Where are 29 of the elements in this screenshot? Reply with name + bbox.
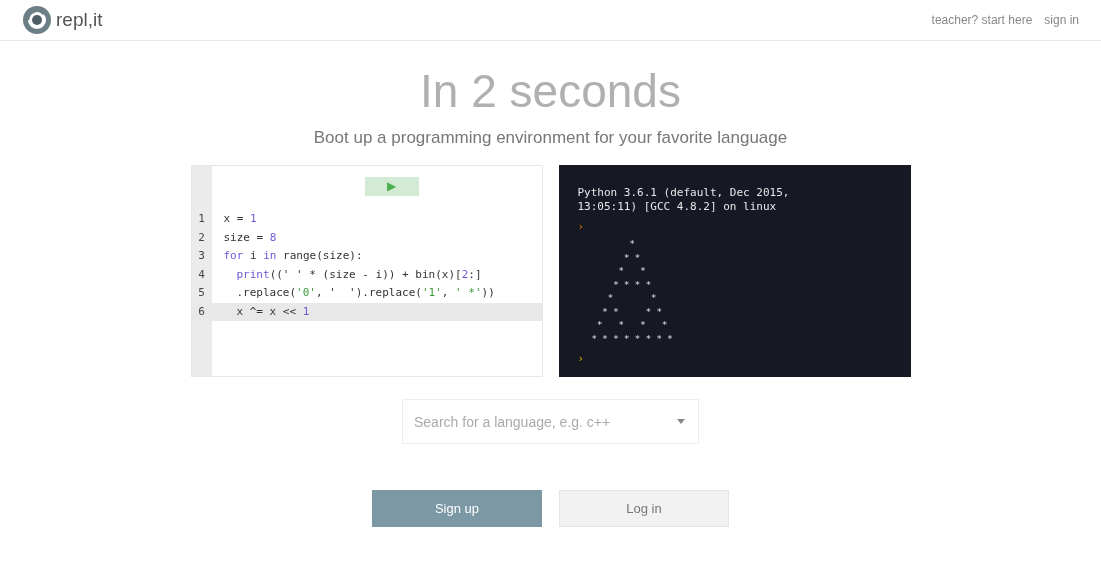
language-search-field[interactable]: Search for a language, e.g. c++ [402,399,699,444]
line-number: 2 [197,229,206,246]
console-text: Python 3.6.1 (default, Dec 2015, [577,186,790,200]
console-text: 13:05:11) [GCC 4.8.2] on linux [577,200,777,214]
code-line: x = 1 [223,211,257,227]
line-number: 4 [197,266,206,283]
console-prompt: › [577,352,585,366]
code-line: size = 8 [223,229,277,246]
console-prompt: › [577,220,585,234]
code-line: print((' ' * (size - i)) + bin(x)[2:] [236,266,482,283]
nav-link[interactable]: sign in [1044,11,1079,29]
line-number: 6 [197,303,206,320]
line-number: 3 [197,248,206,264]
code-line: for i in range(size): [223,248,363,264]
console-output: * * * * * * * * * * * * * * * * * * * * * * * * * * * [591,238,673,346]
line-number: 5 [197,285,206,301]
log-in-button[interactable]: Log in [559,490,729,527]
caret-icon [677,419,685,424]
run-button[interactable]: ▶ [364,177,419,196]
logo-icon[interactable] [22,5,52,35]
code-line: .replace('0', ' ').replace('1', ' *')) [236,285,495,301]
code-line: x ^= x << 1 [236,303,310,320]
line-number: 1 [197,211,206,227]
nav-link[interactable]: teacher? start here [931,11,1033,29]
code-editor[interactable]: ▶ 1 x = 1 2 size = 8 3 for i in range(size): 4 print((' ' * (size - i)) + bin(x)[2:] 5 .replace('0', ' ').replace('1', ' *')) 6 x ^= x << 1 [190,165,543,377]
logo-text[interactable]: repl,it [56,5,103,35]
hero-title: In 2 seconds [420,64,681,119]
sign-up-button[interactable]: Sign up [372,490,542,527]
hero-subtitle: Boot up a programming environment for your favorite language [313,127,788,149]
